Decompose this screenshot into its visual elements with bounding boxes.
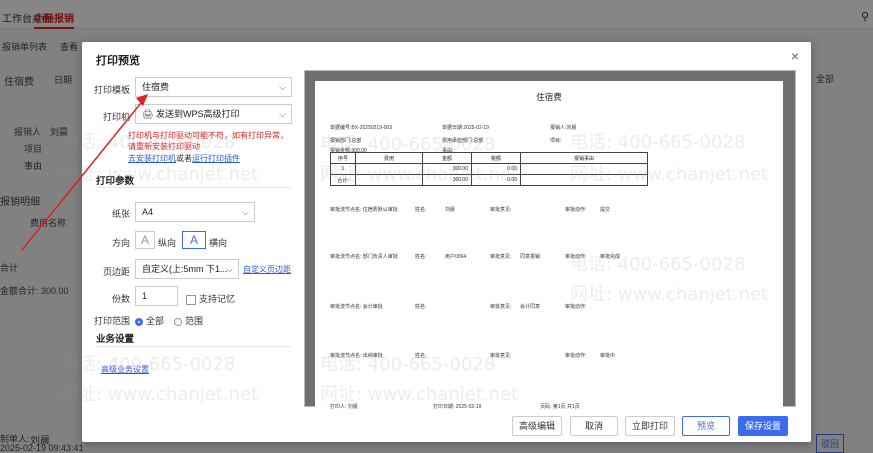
annotation-arrow bbox=[21, 94, 148, 251]
